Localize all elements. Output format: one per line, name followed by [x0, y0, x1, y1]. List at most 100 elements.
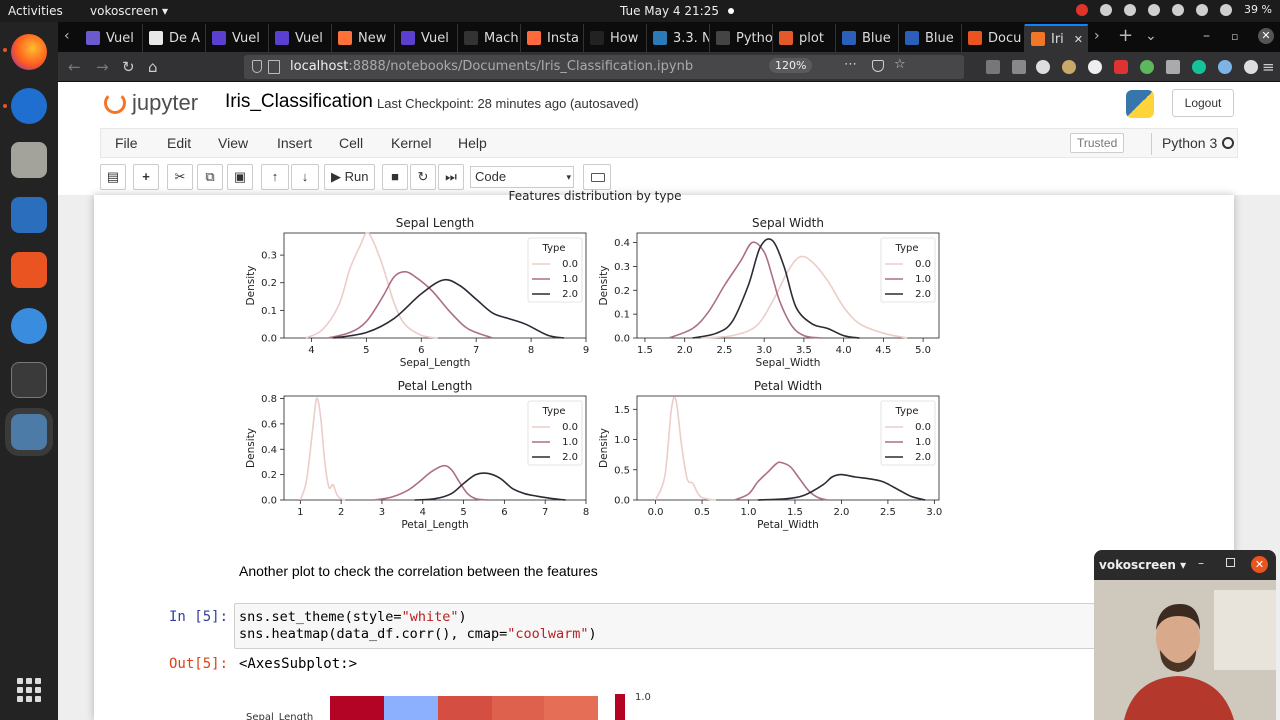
- menu-insert[interactable]: Insert: [277, 135, 312, 151]
- menu-edit[interactable]: Edit: [167, 135, 191, 151]
- browser-tab[interactable]: Blue: [899, 24, 962, 52]
- x-tick-label: 4: [308, 345, 314, 356]
- x-tick-label: 0.5: [694, 507, 710, 518]
- jupyter-logo[interactable]: jupyter: [104, 90, 198, 116]
- menu-cell[interactable]: Cell: [339, 135, 363, 151]
- sidebar-icon[interactable]: [1012, 60, 1026, 74]
- pocket-icon[interactable]: [872, 60, 884, 72]
- subplot-title: Sepal Length: [396, 216, 475, 230]
- cut-icon[interactable]: ✂: [167, 164, 193, 190]
- reload-icon[interactable]: ↻: [122, 58, 135, 76]
- terminal-icon[interactable]: [11, 362, 47, 398]
- cell-type-select[interactable]: Code ▾: [470, 166, 574, 188]
- menu-help[interactable]: Help: [458, 135, 487, 151]
- grammarly-icon[interactable]: [1192, 60, 1206, 74]
- extension-icon[interactable]: [1062, 60, 1076, 74]
- browser-tab[interactable]: Iri ✕: [1025, 24, 1088, 52]
- url-field[interactable]: localhost:8888/notebooks/Documents/Iris_…: [244, 55, 964, 79]
- browser-tab[interactable]: New: [332, 24, 395, 52]
- subplot-title: Sepal Width: [752, 216, 824, 230]
- tab-favicon-icon: [653, 31, 667, 45]
- close-icon[interactable]: ✕: [1251, 556, 1268, 573]
- notebook-title[interactable]: Iris_Classification: [225, 91, 373, 113]
- copy-icon[interactable]: ⧉: [197, 164, 223, 190]
- ublock-icon[interactable]: [1114, 60, 1128, 74]
- record-indicator-icon[interactable]: [1076, 3, 1089, 16]
- y-tick-label: 0.4: [261, 445, 277, 456]
- activities-button[interactable]: Activities: [8, 4, 63, 18]
- extension-icon[interactable]: [1244, 60, 1258, 74]
- y-tick-label: 0.1: [614, 310, 630, 321]
- insert-cell-icon[interactable]: +: [133, 164, 159, 190]
- back-icon[interactable]: ←: [68, 58, 81, 76]
- system-tray[interactable]: 39 %: [1076, 3, 1272, 16]
- writer-icon[interactable]: [11, 197, 47, 233]
- extension-icon[interactable]: [1218, 60, 1232, 74]
- extension-icon[interactable]: [1140, 60, 1154, 74]
- menu-view[interactable]: View: [218, 135, 248, 151]
- tab-scroll-left-icon[interactable]: ‹: [64, 28, 70, 44]
- browser-tab[interactable]: Vuel: [269, 24, 332, 52]
- show-applications-icon[interactable]: [17, 678, 41, 702]
- tab-favicon-icon: [590, 31, 604, 45]
- legend-label: 1.0: [562, 274, 578, 285]
- browser-tab[interactable]: How: [584, 24, 647, 52]
- browser-tab[interactable]: Blue: [836, 24, 899, 52]
- browser-tab[interactable]: Vuel: [395, 24, 458, 52]
- x-tick-label: 1.0: [741, 507, 757, 518]
- maximize-icon[interactable]: [1226, 558, 1235, 567]
- bookmark-star-icon[interactable]: ☆: [894, 57, 906, 72]
- browser-tab[interactable]: Docu: [962, 24, 1025, 52]
- forward-icon[interactable]: →: [96, 58, 109, 76]
- tab-favicon-icon: [212, 31, 226, 45]
- markdown-cell-text[interactable]: Another plot to check the correlation be…: [239, 563, 598, 579]
- help-icon[interactable]: [11, 308, 47, 344]
- tab-list-icon[interactable]: ⌄: [1145, 28, 1157, 44]
- menu-kernel[interactable]: Kernel: [391, 135, 431, 151]
- thunderbird-icon[interactable]: [11, 88, 47, 124]
- new-tab-icon[interactable]: +: [1118, 25, 1133, 46]
- vokoscreen-icon[interactable]: [5, 408, 53, 456]
- page-info-icon[interactable]: [268, 60, 280, 74]
- library-icon[interactable]: [986, 60, 1000, 74]
- browser-tab[interactable]: 3.3. N: [647, 24, 710, 52]
- minimize-icon[interactable]: –: [1203, 28, 1210, 44]
- firefox-icon[interactable]: [11, 34, 47, 70]
- browser-tab[interactable]: plot: [773, 24, 836, 52]
- tab-close-icon[interactable]: ✕: [1074, 33, 1083, 46]
- hamburger-menu-icon[interactable]: ≡: [1262, 58, 1275, 76]
- zoom-level[interactable]: 120%: [769, 58, 813, 73]
- window-close-icon[interactable]: ✕: [1258, 28, 1274, 44]
- browser-tab[interactable]: Vuel: [80, 24, 143, 52]
- software-center-icon[interactable]: [11, 252, 47, 288]
- extension-m-icon[interactable]: [1036, 60, 1050, 74]
- extension-icon[interactable]: [1088, 60, 1102, 74]
- menu-file[interactable]: File: [115, 135, 138, 151]
- app-menu[interactable]: vokoscreen ▾: [90, 4, 168, 18]
- legend-label: 2.0: [562, 452, 578, 463]
- browser-tab[interactable]: Pytho: [710, 24, 773, 52]
- minimize-icon[interactable]: –: [1198, 556, 1204, 570]
- files-icon[interactable]: [11, 142, 47, 178]
- code-cell[interactable]: sns.set_theme(style="white") sns.heatmap…: [234, 603, 1114, 649]
- y-tick-label: 0.6: [261, 419, 277, 430]
- y-tick-label: 0.2: [261, 470, 277, 481]
- clock[interactable]: Tue May 4 21:25: [620, 4, 719, 18]
- save-icon[interactable]: ▤: [100, 164, 126, 190]
- url-text[interactable]: localhost:8888/notebooks/Documents/Iris_…: [290, 59, 693, 74]
- page-actions-icon[interactable]: ⋯: [844, 57, 857, 72]
- restore-icon[interactable]: ▫: [1231, 30, 1238, 43]
- extension-icon[interactable]: [1166, 60, 1180, 74]
- home-icon[interactable]: ⌂: [148, 58, 158, 76]
- webcam-overlay-window[interactable]: vokoscreen ▾ – ✕: [1094, 550, 1276, 720]
- tab-scroll-right-icon[interactable]: ›: [1094, 28, 1100, 44]
- browser-tab[interactable]: De A: [143, 24, 206, 52]
- browser-tab[interactable]: Mach: [458, 24, 521, 52]
- logout-button[interactable]: Logout: [1172, 89, 1234, 117]
- tab-label: De A: [169, 30, 201, 46]
- trusted-indicator[interactable]: Trusted: [1070, 133, 1125, 153]
- browser-tab[interactable]: Vuel: [206, 24, 269, 52]
- tracking-shield-icon[interactable]: [252, 60, 262, 73]
- browser-tab[interactable]: Insta: [521, 24, 584, 52]
- kernel-name[interactable]: Python 3: [1162, 135, 1217, 151]
